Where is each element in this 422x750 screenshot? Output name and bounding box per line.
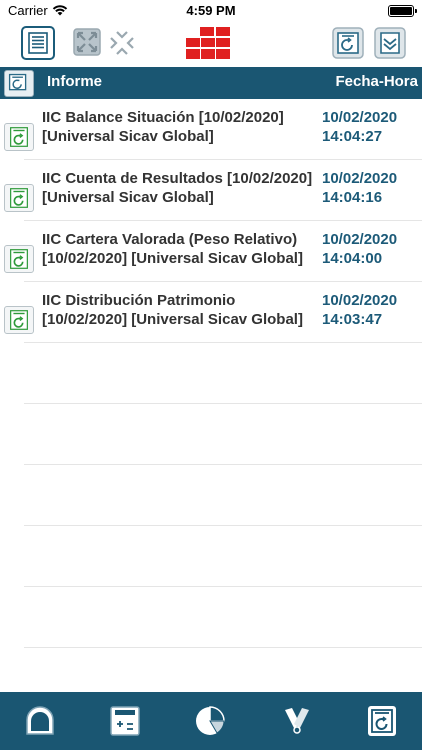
report-time: 14:04:00 — [322, 250, 383, 267]
refresh-icon[interactable] — [331, 26, 365, 60]
tab-bar — [0, 692, 422, 750]
report-date: 10/02/2020 — [322, 231, 398, 248]
reports-icon[interactable] — [365, 704, 399, 738]
empty-row — [24, 343, 422, 404]
toolbar — [0, 22, 422, 66]
report-list-icon[interactable] — [21, 26, 55, 60]
report-date: 10/02/2020 — [322, 170, 398, 187]
report-date: 10/02/2020 — [322, 109, 398, 126]
pie-chart-icon[interactable] — [193, 704, 227, 738]
download-icon[interactable] — [373, 26, 407, 60]
table-row[interactable]: IIC Cuenta de Resultados [10/02/2020] [U… — [4, 160, 422, 221]
grid-icon[interactable] — [186, 27, 230, 59]
collapse-icon[interactable] — [105, 26, 139, 60]
empty-row — [24, 526, 422, 587]
report-datetime: 10/02/2020 14:04:00 — [322, 230, 412, 268]
table-header: Informe Fecha-Hora — [0, 67, 422, 99]
report-datetime: 10/02/2020 14:03:47 — [322, 291, 412, 329]
report-title: IIC Distribución Patrimonio [10/02/2020]… — [42, 292, 303, 328]
report-datetime: 10/02/2020 14:04:16 — [322, 169, 412, 207]
expand-icon[interactable] — [71, 26, 105, 60]
report-datetime: 10/02/2020 14:04:27 — [322, 108, 412, 146]
table-row[interactable]: IIC Balance Situación [10/02/2020] [Univ… — [4, 99, 422, 160]
calculator-icon[interactable] — [108, 704, 142, 738]
report-time: 14:04:16 — [322, 189, 383, 206]
empty-row — [24, 404, 422, 465]
report-refresh-icon[interactable] — [4, 306, 34, 334]
report-time: 14:03:47 — [322, 311, 383, 328]
report-title: IIC Cartera Valorada (Peso Relativo) [10… — [42, 231, 303, 267]
report-list: IIC Balance Situación [10/02/2020] [Univ… — [0, 99, 422, 648]
home-icon[interactable] — [23, 704, 57, 738]
status-bar: Carrier 4:59 PM — [0, 0, 422, 22]
report-time: 14:04:27 — [322, 128, 383, 145]
empty-row — [24, 587, 422, 648]
report-refresh-icon[interactable] — [4, 245, 34, 273]
report-title: IIC Balance Situación [10/02/2020] [Univ… — [42, 109, 284, 145]
report-header-icon — [4, 70, 34, 97]
tools-icon[interactable] — [280, 704, 314, 738]
report-refresh-icon[interactable] — [4, 184, 34, 212]
table-row[interactable]: IIC Cartera Valorada (Peso Relativo) [10… — [4, 221, 422, 282]
empty-row — [24, 465, 422, 526]
battery-icon — [388, 5, 417, 17]
column-header-informe[interactable]: Informe — [47, 73, 102, 90]
report-title: IIC Cuenta de Resultados [10/02/2020] [U… — [42, 170, 313, 206]
table-row[interactable]: IIC Distribución Patrimonio [10/02/2020]… — [4, 282, 422, 343]
report-refresh-icon[interactable] — [4, 123, 34, 151]
column-header-fecha[interactable]: Fecha-Hora — [335, 73, 418, 90]
clock: 4:59 PM — [186, 3, 236, 18]
report-date: 10/02/2020 — [322, 292, 398, 309]
